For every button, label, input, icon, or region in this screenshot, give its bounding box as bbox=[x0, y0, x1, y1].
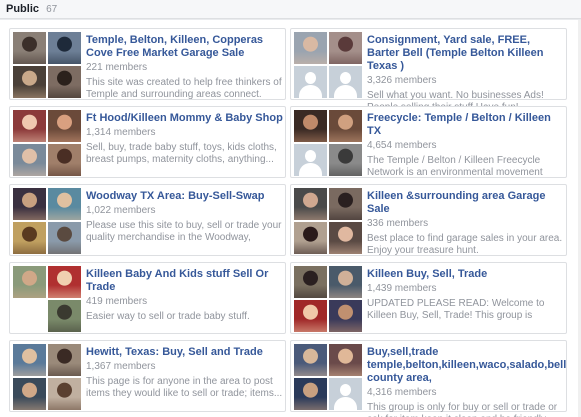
member-avatar[interactable] bbox=[329, 222, 362, 254]
default-avatar-icon[interactable] bbox=[294, 66, 327, 98]
member-avatar[interactable] bbox=[329, 188, 362, 220]
group-name-link[interactable]: Buy,sell,trade temple,belton,killeen,wac… bbox=[367, 346, 566, 385]
default-avatar-icon[interactable] bbox=[294, 144, 327, 176]
member-avatar[interactable] bbox=[329, 344, 362, 376]
member-avatar[interactable] bbox=[13, 144, 46, 176]
member-avatar[interactable] bbox=[13, 378, 46, 410]
group-name-link[interactable]: Temple, Belton, Killeen, Copperas Cove F… bbox=[86, 34, 284, 60]
group-card: Hewitt, Texas: Buy, Sell and Trade 1,367… bbox=[9, 340, 286, 412]
group-description: The Temple / Belton / Killeen Freecycle … bbox=[367, 155, 543, 178]
member-avatar[interactable] bbox=[48, 344, 81, 376]
member-avatar[interactable] bbox=[329, 300, 362, 332]
member-avatar[interactable] bbox=[13, 66, 46, 98]
member-count: 4,654 members bbox=[367, 140, 437, 151]
member-count: 1,022 members bbox=[86, 205, 156, 216]
member-avatar[interactable] bbox=[48, 188, 81, 220]
member-thumbnails[interactable] bbox=[13, 32, 81, 98]
member-avatar[interactable] bbox=[329, 266, 362, 298]
group-name-link[interactable]: Killeen &surrounding area Garage Sale bbox=[367, 190, 565, 216]
groups-grid: Temple, Belton, Killeen, Copperas Cove F… bbox=[0, 20, 581, 417]
member-thumbnails[interactable] bbox=[294, 266, 362, 332]
member-avatar[interactable] bbox=[294, 188, 327, 220]
group-name-link[interactable]: Freecycle: Temple / Belton / Killeen TX bbox=[367, 112, 565, 138]
member-avatar[interactable] bbox=[48, 66, 81, 98]
member-count: 1,439 members bbox=[367, 283, 437, 294]
member-avatar[interactable] bbox=[294, 378, 327, 410]
group-card: Killeen Baby And Kids stuff Sell Or Trad… bbox=[9, 262, 286, 334]
member-avatar[interactable] bbox=[13, 344, 46, 376]
member-avatar[interactable] bbox=[48, 110, 81, 142]
member-avatar[interactable] bbox=[48, 32, 81, 64]
member-avatar[interactable] bbox=[294, 344, 327, 376]
group-description: UPDATED PLEASE READ: Welcome to Killeen … bbox=[367, 298, 545, 321]
member-count: 1,367 members bbox=[86, 361, 156, 372]
group-card: Consignment, Yard sale, FREE, Barter Bel… bbox=[290, 28, 567, 113]
group-name-link[interactable]: Killeen Baby And Kids stuff Sell Or Trad… bbox=[86, 268, 284, 294]
group-name-link[interactable]: Consignment, Yard sale, FREE, Barter Bel… bbox=[367, 34, 565, 73]
section-header: Public 67 bbox=[0, 0, 581, 19]
member-avatar[interactable] bbox=[13, 266, 46, 298]
member-thumbnails[interactable] bbox=[13, 344, 81, 410]
group-card: Buy,sell,trade temple,belton,killeen,wac… bbox=[290, 340, 567, 417]
group-description: This site was created to help free think… bbox=[86, 77, 282, 100]
member-thumbnails[interactable] bbox=[294, 188, 362, 254]
member-avatar[interactable] bbox=[48, 266, 81, 298]
group-description: This page is for anyone in the area to p… bbox=[86, 376, 283, 399]
member-avatar[interactable] bbox=[13, 110, 46, 142]
member-avatar[interactable] bbox=[294, 266, 327, 298]
member-avatar[interactable] bbox=[294, 300, 327, 332]
member-avatar[interactable] bbox=[13, 188, 46, 220]
group-card: Ft Hood/Killeen Mommy & Baby Shop 1,314 … bbox=[9, 106, 286, 178]
section-title: Public bbox=[6, 3, 40, 15]
group-description: Easier way to sell or trade baby stuff. bbox=[86, 311, 250, 322]
member-count: 221 members bbox=[86, 62, 148, 73]
member-thumbnails[interactable] bbox=[294, 344, 362, 410]
member-avatar[interactable] bbox=[13, 32, 46, 64]
member-avatar[interactable] bbox=[48, 222, 81, 254]
group-name-link[interactable]: Ft Hood/Killeen Mommy & Baby Shop bbox=[86, 112, 284, 125]
member-avatar[interactable] bbox=[329, 32, 362, 64]
group-name-link[interactable]: Woodway TX Area: Buy-Sell-Swap bbox=[86, 190, 284, 203]
member-avatar[interactable] bbox=[294, 32, 327, 64]
member-thumbnails[interactable] bbox=[294, 32, 362, 98]
group-name-link[interactable]: Hewitt, Texas: Buy, Sell and Trade bbox=[86, 346, 284, 359]
member-avatar[interactable] bbox=[329, 144, 362, 176]
member-thumbnails[interactable] bbox=[13, 266, 81, 332]
group-card: Woodway TX Area: Buy-Sell-Swap 1,022 mem… bbox=[9, 184, 286, 256]
group-description: Please use this site to buy, sell or tra… bbox=[86, 220, 282, 243]
member-count: 3,326 members bbox=[367, 75, 437, 86]
member-count: 1,314 members bbox=[86, 127, 156, 138]
group-name-link[interactable]: Killeen Buy, Sell, Trade bbox=[367, 268, 565, 281]
group-description: This group is only for buy or sell or tr… bbox=[367, 402, 558, 417]
member-thumbnails[interactable] bbox=[13, 110, 81, 176]
member-avatar[interactable] bbox=[329, 110, 362, 142]
member-avatar[interactable] bbox=[48, 144, 81, 176]
member-avatar[interactable] bbox=[294, 110, 327, 142]
group-description: Best place to find garage sales in your … bbox=[367, 233, 563, 256]
group-card: Killeen &surrounding area Garage Sale 33… bbox=[290, 184, 567, 256]
group-card: Killeen Buy, Sell, Trade 1,439 members U… bbox=[290, 262, 567, 334]
member-avatar[interactable] bbox=[48, 378, 81, 410]
member-thumbnails[interactable] bbox=[13, 188, 81, 254]
group-description: Sell, buy, trade baby stuff, toys, kids … bbox=[86, 142, 277, 165]
member-avatar[interactable] bbox=[48, 300, 81, 332]
member-avatar[interactable] bbox=[294, 222, 327, 254]
member-avatar[interactable] bbox=[13, 222, 46, 254]
member-count: 4,316 members bbox=[367, 387, 437, 398]
member-count: 419 members bbox=[86, 296, 148, 307]
default-avatar-icon[interactable] bbox=[329, 378, 362, 410]
member-count: 336 members bbox=[367, 218, 429, 229]
default-avatar-icon[interactable] bbox=[329, 66, 362, 98]
group-card: Freecycle: Temple / Belton / Killeen TX … bbox=[290, 106, 567, 178]
member-avatar[interactable] bbox=[13, 300, 46, 332]
section-count: 67 bbox=[46, 4, 58, 15]
member-thumbnails[interactable] bbox=[294, 110, 362, 176]
group-card: Temple, Belton, Killeen, Copperas Cove F… bbox=[9, 28, 286, 100]
